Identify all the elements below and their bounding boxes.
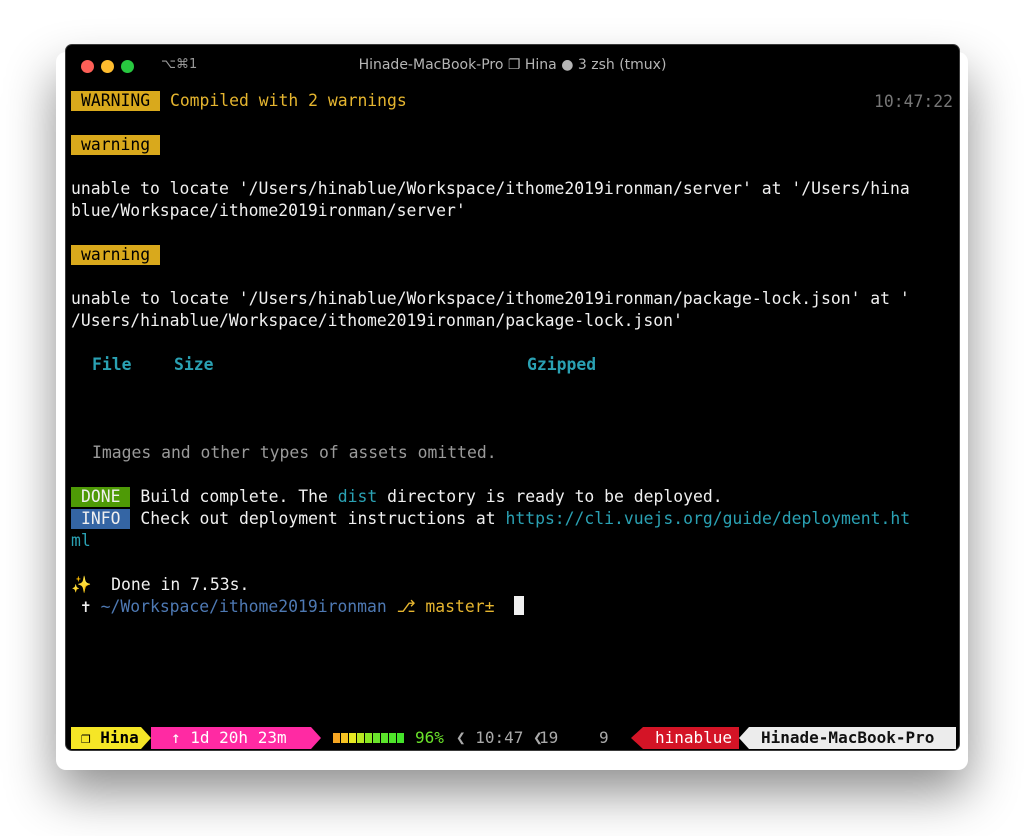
warning-2-text-cont: /Users/hinablue/Workspace/ithome2019iron…: [71, 311, 683, 330]
uptime: ↑ 1d 20h 23m: [151, 727, 311, 749]
battery-segment: [397, 733, 404, 743]
battery-percent: 96%: [415, 728, 444, 747]
warning-label: warning: [71, 135, 161, 155]
battery-segment: [365, 733, 372, 743]
compiled-message: Compiled with 2 warnings: [160, 91, 407, 110]
deployment-link-cont[interactable]: ml: [71, 530, 91, 552]
dist-text: dist: [337, 487, 378, 506]
warning-2-header: warning: [71, 244, 161, 266]
info-badge: INFO: [71, 509, 131, 529]
info-line: INFO Check out deployment instructions a…: [71, 508, 910, 530]
warning-badge: WARNING: [71, 91, 161, 111]
warning-2-text: unable to locate '/Users/hinablue/Worksp…: [71, 289, 910, 308]
done-badge: DONE: [71, 487, 131, 507]
warning-1-text: unable to locate '/Users/hinablue/Worksp…: [71, 179, 910, 198]
done-text: Build complete. The: [130, 487, 338, 506]
shell-prompt[interactable]: ✝ ~/Workspace/ithome2019ironman ⎇ master…: [71, 596, 525, 618]
segment-arrow-icon: [141, 727, 151, 749]
battery-segment: [357, 733, 364, 743]
tmux-session[interactable]: ❐ Hina: [71, 727, 141, 749]
battery-segment: [333, 733, 340, 743]
battery-bar: [333, 733, 404, 743]
segment-arrow-icon: [739, 727, 749, 749]
assets-note: Images and other types of assets omitted…: [92, 443, 497, 462]
deployment-link[interactable]: https://cli.vuejs.org/guide/deployment.h…: [505, 509, 910, 528]
warning-1-text-cont: blue/Workspace/ithome2019ironman/server': [71, 201, 466, 220]
segment-arrow-icon: [311, 727, 321, 749]
title-bar: ⌥⌘1 Hinade-MacBook-Pro ❐ Hina ● 3 zsh (t…: [66, 45, 959, 89]
sparkles-icon: ✨: [71, 575, 92, 594]
battery-segment: [349, 733, 356, 743]
date-day: 19: [539, 728, 559, 747]
table-header-size: Size: [174, 355, 214, 374]
battery-segment: [341, 733, 348, 743]
table-header-gzipped: Gzipped: [527, 355, 597, 374]
battery-segment: [381, 733, 388, 743]
table-header-file: File: [92, 355, 132, 374]
battery-segment: [373, 733, 380, 743]
window-title: Hinade-MacBook-Pro ❐ Hina ● 3 zsh (tmux): [358, 57, 667, 73]
prompt-cross-icon: ✝: [71, 597, 101, 616]
username: hinablue: [643, 727, 739, 749]
prompt-path: ~/Workspace/ithome2019ironman: [100, 597, 387, 616]
window-number: 9: [599, 728, 609, 747]
compile-status-line: WARNING Compiled with 2 warnings: [71, 90, 407, 112]
done-time-line: ✨ Done in 7.53s.: [71, 574, 249, 596]
done-time-text: Done in 7.53s.: [91, 575, 250, 594]
tmux-status-bar: ❐ Hina ↑ 1d 20h 23m 96% ❮ 10:47 ❮ 19 9 h…: [71, 727, 956, 749]
text-cursor: [514, 596, 525, 615]
warning-1-header: warning: [71, 134, 161, 156]
battery-segment: [389, 733, 396, 743]
info-text: Check out deployment instructions at: [130, 509, 506, 528]
git-branch-icon: ⎇: [386, 597, 426, 616]
segment-arrow-icon: [631, 727, 643, 749]
warning-label: warning: [71, 245, 161, 265]
done-text-end: directory is ready to be deployed.: [377, 487, 723, 506]
clock: ❮ 10:47 ❮: [456, 728, 543, 747]
done-line: DONE Build complete. The dist directory …: [71, 486, 723, 508]
git-branch: master±: [425, 597, 495, 616]
terminal-window: ⌥⌘1 Hinade-MacBook-Pro ❐ Hina ● 3 zsh (t…: [65, 44, 960, 751]
hostname: Hinade-MacBook-Pro: [749, 727, 956, 749]
timestamp: 10:47:22: [874, 92, 953, 111]
